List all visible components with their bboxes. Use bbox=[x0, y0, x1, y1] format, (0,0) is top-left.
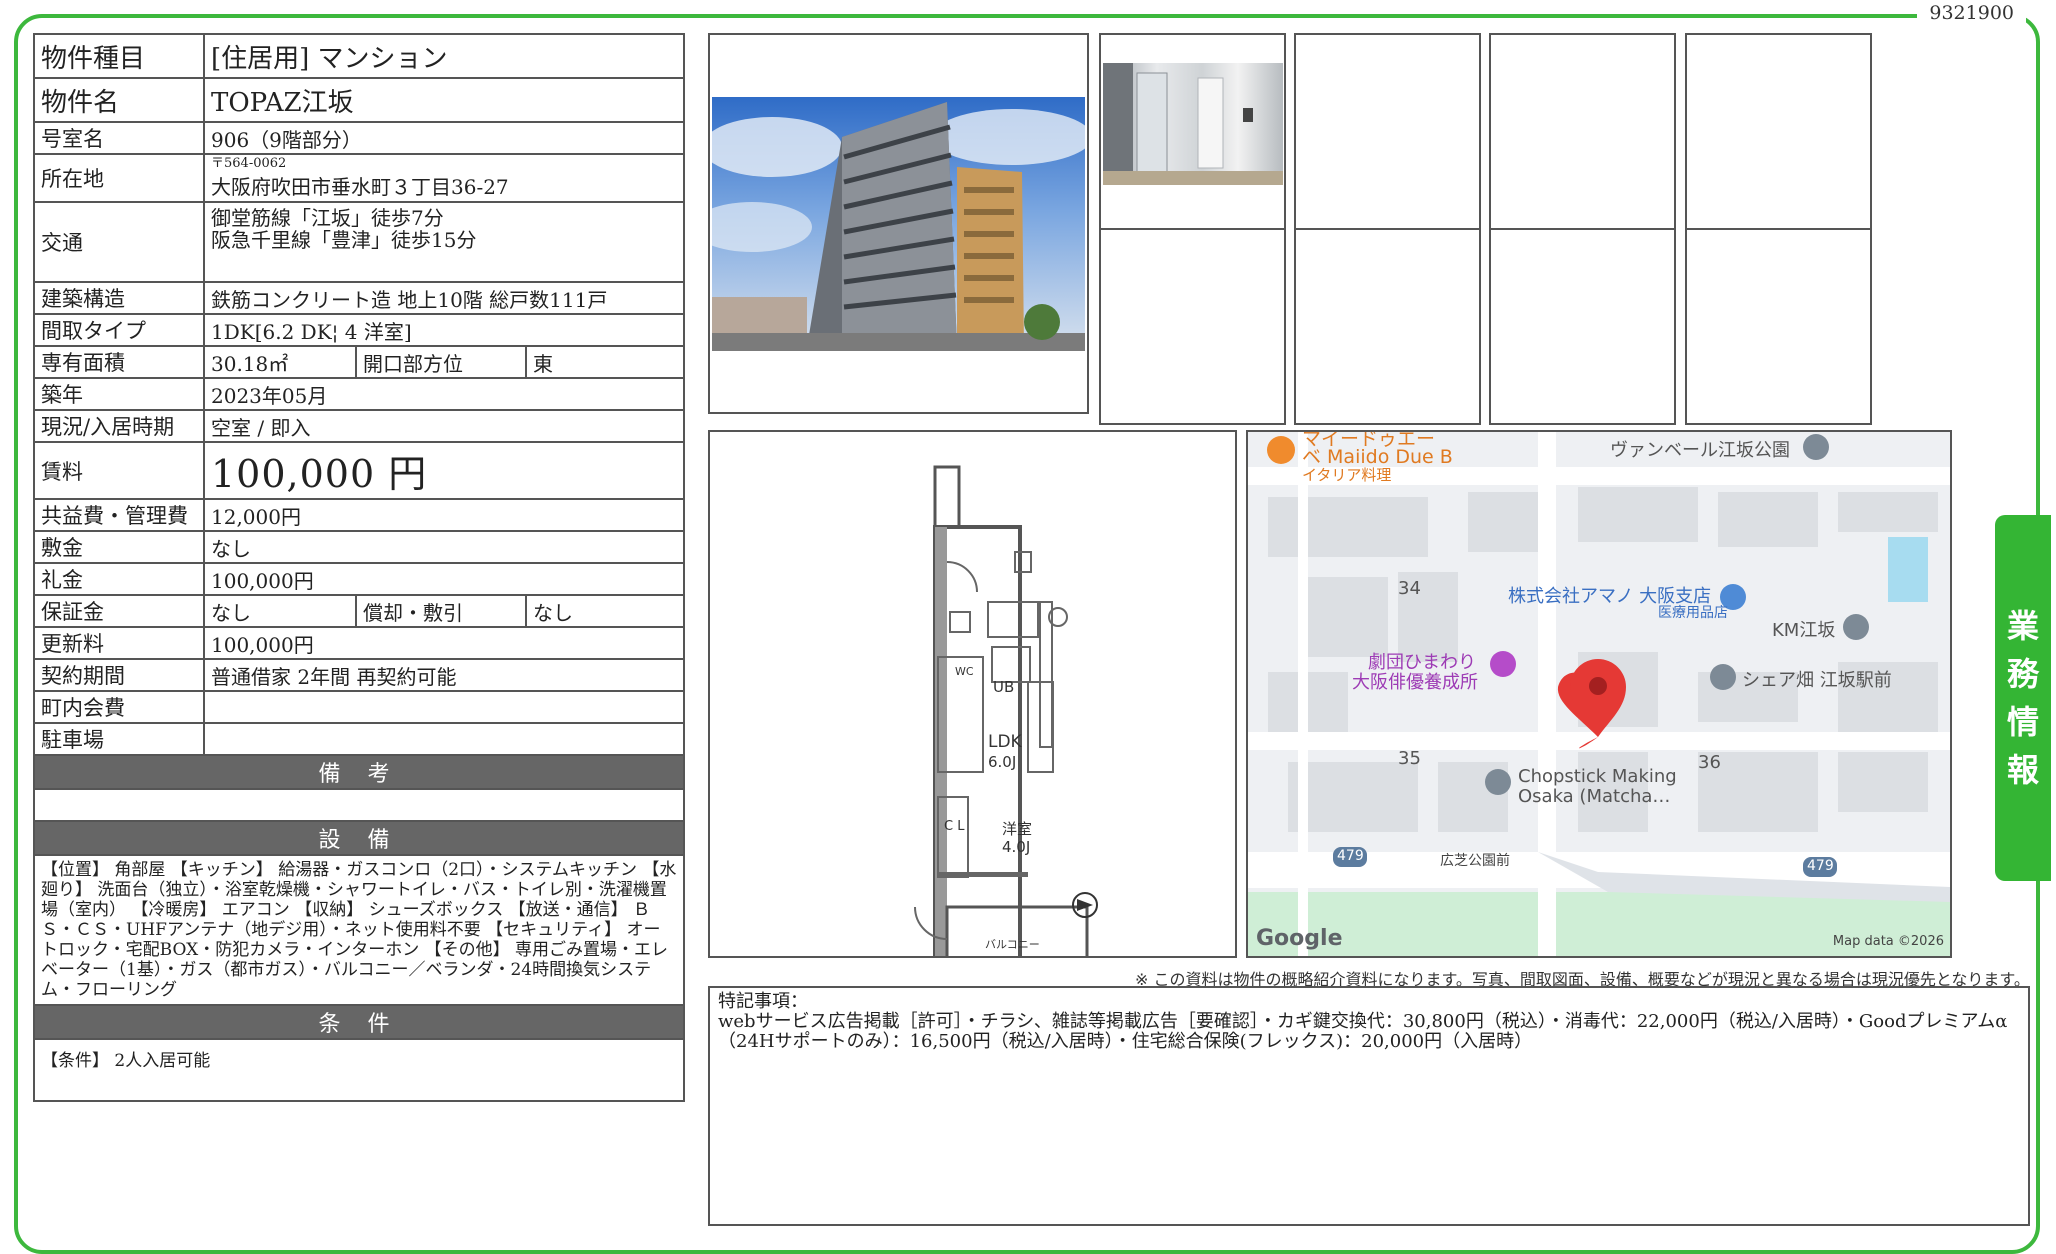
type-label: 物件種目 bbox=[33, 33, 205, 79]
plan-wc: WC bbox=[955, 665, 974, 678]
map-label-company-sub: 医療用品店 bbox=[1658, 605, 1728, 621]
deposit-value: なし bbox=[203, 530, 685, 564]
name-value: TOPAZ江坂 bbox=[203, 77, 685, 123]
side-tab-char: 務 bbox=[2006, 655, 2039, 693]
facing-value: 東 bbox=[525, 345, 685, 379]
map-label-block36: 36 bbox=[1698, 752, 1721, 773]
area-value: 30.18㎡ bbox=[203, 345, 357, 379]
guarantee-label: 保証金 bbox=[33, 594, 205, 628]
status-value: 空室 / 即入 bbox=[203, 409, 685, 443]
equipment-header: 設 備 bbox=[33, 820, 685, 856]
built-label: 築年 bbox=[33, 377, 205, 411]
parking-label: 駐車場 bbox=[33, 722, 205, 756]
equipment-text: 【位置】 角部屋 【キッチン】 給湯器・ガスコンロ（2口）・システムキッチン 【… bbox=[33, 854, 685, 1006]
map-data-credit: Map data ©2026 bbox=[1832, 934, 1944, 949]
deposit-label: 敷金 bbox=[33, 530, 205, 564]
map-label-park: ヴァンベール江坂公園 bbox=[1610, 440, 1790, 461]
map-label-theater2: 大阪俳優養成所 bbox=[1352, 672, 1478, 693]
interior-photo bbox=[1103, 63, 1283, 185]
thumbnail-7[interactable] bbox=[1489, 228, 1676, 425]
traffic-cell: 御堂筋線「江坂」徒歩7分 阪急千里線「豊津」徒歩15分 bbox=[203, 201, 685, 283]
map-label-road1: 479 bbox=[1337, 848, 1364, 864]
contract-value: 普通借家 2年間 再契約可能 bbox=[203, 658, 685, 692]
traffic-line: 御堂筋線「江坂」徒歩7分 bbox=[211, 206, 444, 230]
special-remarks: 特記事項： webサービス広告掲載［許可］・チラシ、雑誌等掲載広告［要確認］・カ… bbox=[708, 986, 2030, 1226]
plan-room-size: 4.0J bbox=[1002, 838, 1030, 856]
thumbnail-6[interactable] bbox=[1294, 228, 1481, 425]
amort-label: 償却・敷引 bbox=[355, 594, 527, 628]
floor-plan[interactable]: UB WC LDK 6.0J 洋室 4.0J C L バルコニー bbox=[708, 430, 1237, 958]
map-label-block34: 34 bbox=[1398, 578, 1421, 599]
map-label-block35: 35 bbox=[1398, 748, 1421, 769]
remarks-title: 特記事項： bbox=[718, 991, 808, 1012]
remarks-header: 備 考 bbox=[33, 754, 685, 790]
built-value: 2023年05月 bbox=[203, 377, 685, 411]
map-label-chopstick1: Chopstick Making bbox=[1518, 766, 1677, 787]
thumbnail-4[interactable] bbox=[1685, 33, 1872, 230]
thumbnail-2[interactable] bbox=[1294, 33, 1481, 230]
type-value: [住居用] マンション bbox=[203, 33, 685, 79]
remarks-text: webサービス広告掲載［許可］・チラシ、雑誌等掲載広告［要確認］・カギ鍵交換代：… bbox=[718, 1011, 2008, 1052]
postal-code: 〒564-0062 bbox=[211, 155, 287, 171]
fee-label: 共益費・管理費 bbox=[33, 498, 205, 532]
plan-balcony: バルコニー bbox=[985, 938, 1040, 951]
room-label: 号室名 bbox=[33, 121, 205, 155]
structure-label: 建築構造 bbox=[33, 281, 205, 315]
layout-value: 1DK[6.2 DK¦ 4 洋室] bbox=[203, 313, 685, 347]
document-id: 9321900 bbox=[1917, 2, 2026, 24]
contract-label: 契約期間 bbox=[33, 658, 205, 692]
status-label: 現況/入居時期 bbox=[33, 409, 205, 443]
map-label-km: KM江坂 bbox=[1772, 620, 1836, 641]
name-label: 物件名 bbox=[33, 77, 205, 123]
traffic-line: 阪急千里線「豊津」徒歩15分 bbox=[211, 228, 477, 252]
amort-value: なし bbox=[525, 594, 685, 628]
map-google-logo: Google bbox=[1256, 926, 1343, 951]
conditions-header: 条 件 bbox=[33, 1004, 685, 1040]
address-cell: 〒564-0062 大阪府吹田市垂水町３丁目36-27 bbox=[203, 153, 685, 203]
address-value: 大阪府吹田市垂水町３丁目36-27 bbox=[211, 174, 509, 199]
key-money-value: 100,000円 bbox=[203, 562, 685, 596]
thumbnail-1[interactable] bbox=[1099, 33, 1286, 230]
renewal-value: 100,000円 bbox=[203, 626, 685, 660]
rent-label: 賃料 bbox=[33, 441, 205, 500]
plan-ldk: LDK bbox=[988, 732, 1023, 752]
thumbnail-8[interactable] bbox=[1685, 228, 1872, 425]
remarks-value bbox=[33, 788, 685, 822]
renewal-label: 更新料 bbox=[33, 626, 205, 660]
location-map[interactable]: マイードゥエー ベ Maiido Due B イタリア料理 ヴァンベール江坂公園… bbox=[1246, 430, 1952, 958]
area-label: 専有面積 bbox=[33, 345, 205, 379]
room-value: 906（9階部分） bbox=[203, 121, 685, 155]
traffic-label: 交通 bbox=[33, 201, 205, 283]
guarantee-value: なし bbox=[203, 594, 357, 628]
conditions-text: 【条件】 2人入居可能 bbox=[33, 1038, 685, 1102]
side-tab-char: 情 bbox=[2006, 703, 2039, 741]
side-tab-char: 報 bbox=[2006, 751, 2039, 789]
fee-value: 12,000円 bbox=[203, 498, 685, 532]
plan-cl: C L bbox=[944, 819, 965, 834]
layout-label: 間取タイプ bbox=[33, 313, 205, 347]
side-tab-char: 業 bbox=[2006, 607, 2039, 645]
business-info-tab[interactable]: 業 務 情 報 bbox=[1995, 515, 2051, 881]
map-label-share: シェア畑 江坂駅前 bbox=[1742, 670, 1892, 691]
plan-room: 洋室 bbox=[1002, 820, 1032, 838]
thumbnail-3[interactable] bbox=[1489, 33, 1676, 230]
plan-ub: UB bbox=[993, 678, 1014, 696]
town-fee-label: 町内会費 bbox=[33, 690, 205, 724]
property-spec-table: 物件種目 [住居用] マンション 物件名 TOPAZ江坂 号室名 906（9階部… bbox=[33, 33, 685, 1102]
parking-value bbox=[203, 722, 685, 756]
map-label-restaurant-sub: イタリア料理 bbox=[1302, 466, 1392, 484]
main-photo[interactable] bbox=[708, 33, 1089, 414]
town-fee-value bbox=[203, 690, 685, 724]
building-photo bbox=[712, 97, 1085, 351]
key-money-label: 礼金 bbox=[33, 562, 205, 596]
address-label: 所在地 bbox=[33, 153, 205, 203]
plan-ldk-size: 6.0J bbox=[988, 753, 1016, 771]
structure-value: 鉄筋コンクリート造 地上10階 総戸数111戸 bbox=[203, 281, 685, 315]
map-label-road2: 479 bbox=[1807, 858, 1834, 874]
map-label-bus: 広芝公園前 bbox=[1440, 853, 1510, 869]
map-label-chopstick2: Osaka (Matcha… bbox=[1518, 786, 1671, 807]
rent-value: 100,000 円 bbox=[203, 441, 685, 500]
facing-label: 開口部方位 bbox=[355, 345, 527, 379]
thumbnail-5[interactable] bbox=[1099, 228, 1286, 425]
